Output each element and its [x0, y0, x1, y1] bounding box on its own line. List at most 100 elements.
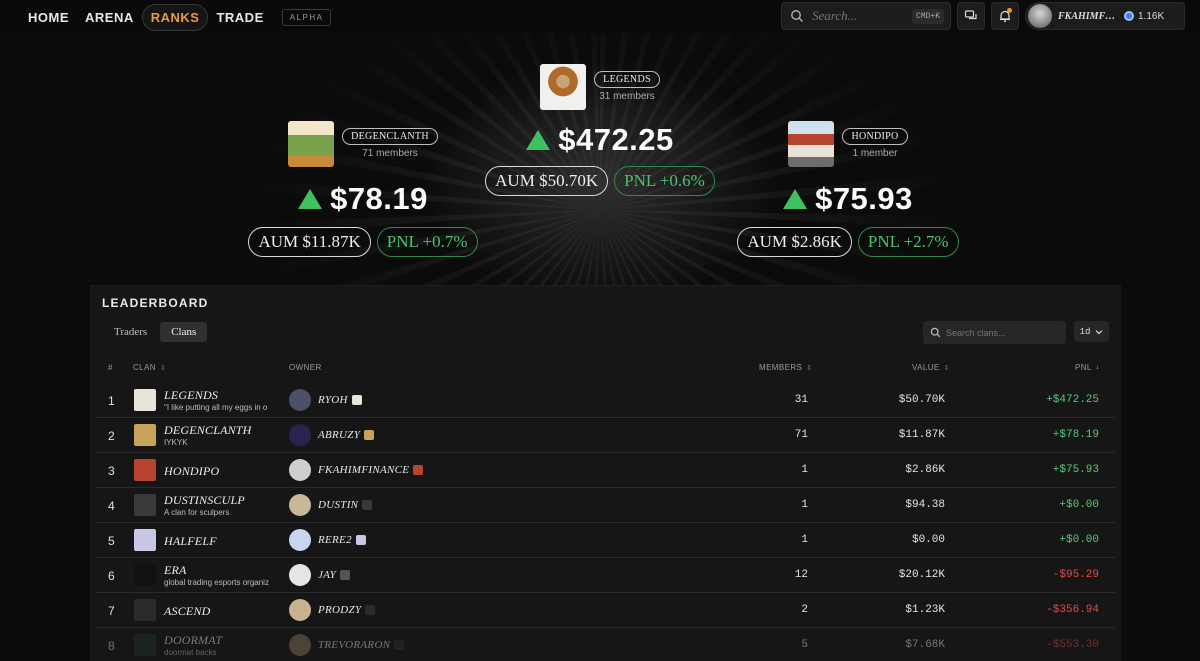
owner-name[interactable]: FKAHIMFINANCE — [318, 464, 424, 476]
user-name: FKAHIMFIN... — [1058, 10, 1116, 22]
chevron-down-icon — [1095, 329, 1103, 334]
row-rank: 1 — [108, 394, 115, 408]
clan-logo-degenclanth — [288, 121, 335, 167]
pnl-pill: PNL +0.6% — [614, 166, 715, 196]
clan-avatar — [134, 459, 156, 481]
clan-avatar — [134, 529, 156, 551]
aum-pill: AUM $50.70K — [485, 166, 609, 196]
podium-clan-name: HONDIPO — [842, 128, 908, 145]
owner-name[interactable]: RYOH — [318, 394, 362, 406]
arrow-up-icon — [298, 189, 323, 209]
arrow-up-icon — [526, 130, 551, 150]
pnl-pill: PNL +0.7% — [376, 227, 478, 257]
owner-avatar — [289, 424, 311, 446]
row-members: 1 — [801, 499, 808, 511]
clan-search-input[interactable] — [946, 327, 1056, 338]
owner-badge-icon — [362, 500, 373, 510]
row-rank: 7 — [108, 604, 115, 618]
clan-name[interactable]: HALFELF — [164, 534, 217, 549]
clan-name[interactable]: DUSTINSCULP — [164, 493, 245, 508]
row-members: 5 — [801, 639, 808, 651]
table-row[interactable]: 6 ERA global trading esports organiz JAY 12 $… — [96, 559, 1115, 593]
notifications-button[interactable] — [991, 2, 1019, 30]
leaderboard-panel: LEADERBOARD Traders Clans 1d # CLAN⇕ OWN… — [90, 285, 1121, 661]
table-row[interactable]: 8 DOORMAT doormat backs TREVORARON 5 $7.68K -$… — [96, 629, 1115, 661]
podium-members: 71 members — [362, 148, 418, 159]
chat-button[interactable] — [957, 2, 985, 30]
row-rank: 6 — [108, 569, 115, 583]
nav-home[interactable]: HOME — [20, 5, 77, 30]
owner-badge-icon — [413, 465, 424, 475]
podium-clan-name: LEGENDS — [594, 71, 660, 88]
nav-links: HOME ARENA RANKS TRADE ALPHA — [20, 4, 332, 31]
row-pnl: +$0.00 — [1059, 499, 1099, 511]
clan-avatar — [134, 494, 156, 516]
nav-trade[interactable]: TRADE — [208, 5, 271, 30]
clan-name[interactable]: DOORMAT — [164, 633, 222, 648]
owner-avatar — [289, 389, 311, 411]
podium-second[interactable]: DEGENCLANTH 71 members $78.19 AUM $11.87… — [243, 121, 483, 257]
period-select[interactable]: 1d — [1074, 321, 1109, 342]
clan-name[interactable]: ERA — [164, 563, 187, 578]
table-header: # CLAN ⇕ OWNER MEMBERS ⇕ VALUE ⇕ PNL ↓ — [90, 363, 1121, 377]
row-members: 12 — [794, 569, 808, 581]
clan-description: IYKYK — [164, 438, 188, 447]
period-value: 1d — [1079, 326, 1091, 337]
col-pnl[interactable]: PNL ↓ — [1075, 363, 1100, 372]
row-rank: 4 — [108, 499, 115, 513]
clan-name[interactable]: HONDIPO — [164, 464, 219, 479]
table-row[interactable]: 7 ASCEND PRODZY 2 $1.23K -$356.94 — [96, 594, 1115, 628]
owner-name[interactable]: PRODZY — [318, 604, 376, 616]
col-members[interactable]: MEMBERS ⇕ — [759, 363, 813, 372]
table-row[interactable]: 3 HONDIPO FKAHIMFINANCE 1 $2.86K +$75.93 — [96, 454, 1115, 488]
row-value: $20.12K — [898, 569, 945, 581]
clan-name[interactable]: ASCEND — [164, 604, 211, 619]
clan-logo-legends — [540, 64, 587, 110]
clan-search[interactable] — [923, 321, 1066, 344]
owner-avatar — [289, 459, 311, 481]
aum-pill: AUM $2.86K — [737, 227, 852, 257]
global-search[interactable]: CMD+K — [781, 2, 951, 30]
nav-ranks[interactable]: RANKS — [141, 4, 209, 31]
top-nav: HOME ARENA RANKS TRADE ALPHA CMD+K FKAHI… — [0, 0, 1200, 33]
owner-name[interactable]: DUSTIN — [318, 499, 373, 511]
clan-logo-hondipo — [788, 121, 835, 167]
owner-badge-icon — [365, 605, 376, 615]
tab-traders[interactable]: Traders — [103, 322, 158, 342]
podium-clan-name: DEGENCLANTH — [342, 128, 438, 145]
table-row[interactable]: 4 DUSTINSCULP A clan for sculpers DUSTIN 1 $9… — [96, 489, 1115, 523]
row-members: 31 — [794, 394, 808, 406]
search-input[interactable] — [812, 8, 902, 24]
owner-name[interactable]: ABRUZY — [318, 429, 375, 441]
row-rank: 2 — [108, 429, 115, 443]
table-row[interactable]: 5 HALFELF RERE2 1 $0.00 +$0.00 — [96, 524, 1115, 558]
row-rank: 8 — [108, 639, 115, 653]
leaderboard-tabs: Traders Clans — [103, 322, 208, 342]
tab-clans[interactable]: Clans — [160, 322, 208, 342]
row-pnl: -$356.94 — [1046, 604, 1099, 616]
col-value[interactable]: VALUE ⇕ — [912, 363, 950, 372]
sort-icon: ⇕ — [943, 364, 950, 372]
owner-name[interactable]: TREVORARON — [318, 639, 405, 651]
clan-avatar — [134, 564, 156, 586]
table-row[interactable]: 2 DEGENCLANTH IYKYK ABRUZY 71 $11.87K +$78.19 — [96, 419, 1115, 453]
podium-pnl: $78.19 — [330, 181, 428, 216]
clan-name[interactable]: LEGENDS — [164, 388, 218, 403]
owner-name[interactable]: RERE2 — [318, 534, 366, 546]
clan-name[interactable]: DEGENCLANTH — [164, 423, 252, 438]
row-pnl: +$75.93 — [1052, 464, 1099, 476]
nav-arena[interactable]: ARENA — [77, 5, 142, 30]
table-row[interactable]: 1 LEGENDS "I like putting all my eggs in o… — [96, 384, 1115, 418]
sort-desc-icon: ↓ — [1095, 364, 1100, 371]
row-members: 1 — [801, 464, 808, 476]
owner-badge-icon — [355, 535, 366, 545]
user-menu[interactable]: FKAHIMFIN... 1.16K — [1025, 2, 1185, 30]
podium-first[interactable]: LEGENDS 31 members $472.25 AUM $50.70K P… — [480, 64, 720, 196]
podium-third[interactable]: HONDIPO 1 member $75.93 AUM $2.86K PNL +… — [728, 121, 968, 257]
user-balance: 1.16K — [1138, 10, 1165, 22]
col-clan[interactable]: CLAN ⇕ — [133, 363, 166, 372]
row-pnl: -$553.30 — [1046, 639, 1099, 651]
podium-pnl: $75.93 — [815, 181, 913, 216]
row-value: $7.68K — [905, 639, 945, 651]
owner-name[interactable]: JAY — [318, 569, 351, 581]
